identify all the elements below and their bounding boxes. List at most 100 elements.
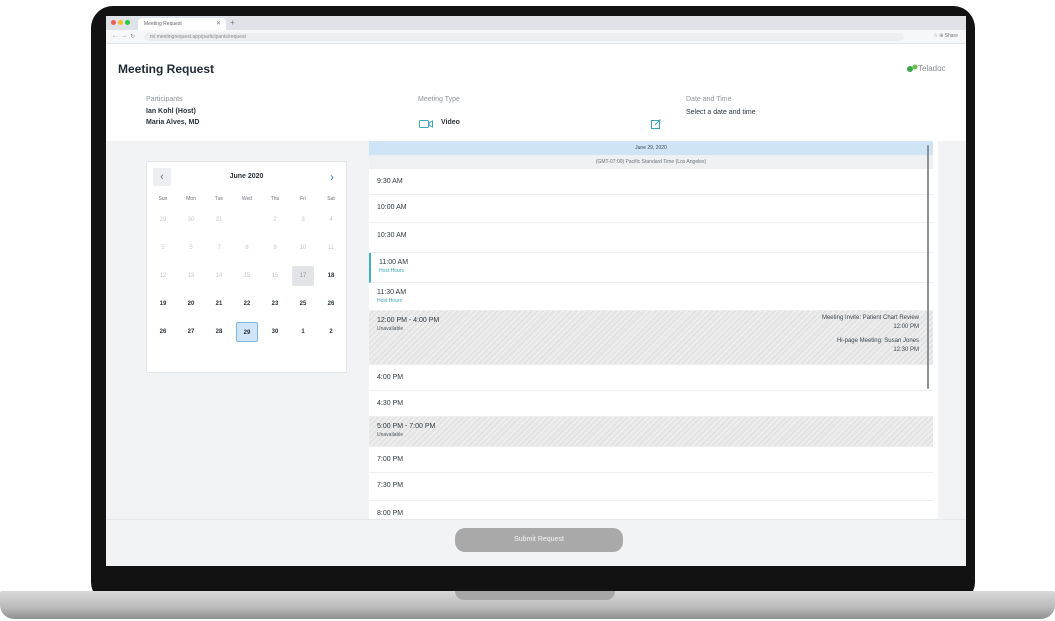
slot-time: 4:00 PM — [377, 374, 404, 381]
participant-other: Maria Alves, MD — [146, 119, 200, 126]
calendar-day: 12 — [159, 273, 167, 279]
date-time-label: Date and Time — [686, 96, 732, 103]
window-maximize-dot[interactable] — [125, 20, 130, 25]
calendar-day: 31 — [215, 217, 223, 223]
calendar-weekday-header: Wed — [241, 196, 253, 202]
schedule-slot[interactable]: 7:00 PM — [369, 447, 933, 473]
calendar-day: 5 — [161, 245, 165, 251]
calendar-day-today[interactable]: 17 — [292, 266, 314, 286]
calendar-weekday-header: Fri — [300, 196, 306, 202]
slot-subtitle: Host Hours — [377, 298, 403, 304]
schedule-panel: June 29, 2020 (GMT-07:00) Pacific Standa… — [369, 141, 933, 519]
page-title: Meeting Request — [118, 62, 215, 76]
slot-time: 7:30 PM — [377, 482, 404, 489]
schedule-slot[interactable]: 11:00 AM Host Hours — [369, 253, 933, 283]
new-tab-icon[interactable]: + — [230, 18, 235, 27]
calendar-weekday-header: Sun — [158, 196, 168, 202]
schedule-slot[interactable]: 4:00 PM — [369, 365, 933, 391]
calendar-day[interactable]: 23 — [264, 294, 286, 314]
slot-time: 4:30 PM — [377, 400, 404, 407]
submit-request-button[interactable]: Submit Request — [455, 528, 623, 552]
calendar-day[interactable]: 26 — [320, 294, 342, 314]
reload-icon[interactable]: ↻ — [130, 33, 135, 40]
calendar-weekday-header: Tue — [214, 196, 224, 202]
calendar-day — [236, 210, 258, 230]
calendar-day[interactable]: 26 — [152, 322, 174, 342]
browser-tab[interactable]: Meeting Request ✕ — [138, 18, 226, 30]
schedule-slot-unavailable: 12:00 PM - 4:00 PM Unavailable Meeting Inv… — [369, 311, 933, 365]
screen: Meeting Request ✕ + ← → ↻ ml.meetingrequ… — [106, 16, 966, 566]
back-icon[interactable]: ← — [112, 33, 118, 39]
date-time-value: Select a date and time — [686, 109, 756, 116]
edit-icon[interactable] — [651, 119, 661, 129]
calendar-day: 29 — [159, 217, 167, 223]
calendar-day[interactable]: 22 — [236, 294, 258, 314]
meeting-type-value[interactable]: Video — [441, 119, 460, 126]
schedule-slot[interactable]: 10:00 AM — [369, 195, 933, 223]
slot-time: 9:30 AM — [377, 178, 403, 185]
right-gutter — [938, 141, 966, 519]
participants-label: Participants — [146, 96, 183, 103]
calendar-day[interactable]: 2 — [320, 322, 342, 342]
calendar-day[interactable]: 19 — [152, 294, 174, 314]
slot-time: 8:00 PM — [377, 510, 404, 517]
schedule-slot[interactable]: 8:00 PM — [369, 501, 933, 519]
logo-text: Teladoc — [918, 64, 946, 73]
calendar-day[interactable]: 1 — [292, 322, 314, 342]
calendar-day: 10 — [299, 245, 307, 251]
calendar-day[interactable]: 18 — [320, 266, 342, 286]
calendar-day: 13 — [187, 273, 195, 279]
tab-close-icon[interactable]: ✕ — [216, 20, 221, 27]
calendar-day: 7 — [217, 245, 221, 251]
schedule-slot[interactable]: 11:30 AM Host Hours — [369, 283, 933, 311]
schedule-slot[interactable]: 4:30 PM — [369, 391, 933, 417]
video-icon — [419, 120, 433, 128]
window-minimize-dot[interactable] — [118, 20, 123, 25]
chevron-right-icon[interactable]: › — [326, 168, 338, 186]
browser-actions[interactable]: ☆ ⊕ Share — [933, 33, 958, 39]
calendar-day: 30 — [187, 217, 195, 223]
event-title[interactable]: Meeting Invite: Patient Chart Review — [822, 315, 919, 321]
browser-tab-title: Meeting Request — [144, 21, 182, 27]
slot-time: 11:30 AM — [377, 289, 407, 296]
calendar-day: 9 — [273, 245, 277, 251]
browser-tabbar: Meeting Request ✕ + — [106, 16, 966, 30]
calendar-day[interactable]: 25 — [292, 294, 314, 314]
calendar-day[interactable]: 20 — [180, 294, 202, 314]
forward-icon[interactable]: → — [121, 33, 127, 39]
calendar-day: 3 — [301, 217, 305, 223]
calendar-day: 5 — [189, 245, 193, 251]
footer-bar: Submit Request — [106, 519, 966, 566]
calendar-day[interactable]: 21 — [208, 294, 230, 314]
calendar-day[interactable]: 30 — [264, 322, 286, 342]
calendar-day[interactable]: 27 — [180, 322, 202, 342]
schedule-slot[interactable]: 9:30 AM — [369, 169, 933, 195]
calendar-weekday-header: Sat — [327, 196, 335, 202]
schedule-slot[interactable]: 10:30 AM — [369, 223, 933, 253]
slot-subtitle: Unavailable — [377, 432, 404, 438]
calendar-day: 15 — [271, 273, 279, 279]
calendar-day[interactable]: 28 — [208, 322, 230, 342]
event-time: 12:30 PM — [893, 347, 919, 353]
slot-subtitle: Host Hours — [379, 268, 405, 274]
slot-subtitle: Unavailable — [377, 326, 404, 332]
calendar-day: 4 — [329, 217, 333, 223]
laptop-notch — [455, 591, 615, 600]
address-bar[interactable]: ml.meetingrequest.app/participants/reque… — [144, 33, 904, 41]
calendar-weekday-header: Mon — [186, 196, 196, 202]
schedule-scrollbar[interactable] — [927, 145, 929, 389]
calendar-day: 11 — [327, 245, 335, 251]
window-close-dot[interactable] — [111, 20, 116, 25]
slot-time: 10:30 AM — [377, 232, 407, 239]
calendar-day: 14 — [215, 273, 223, 279]
schedule-slot[interactable]: 7:30 PM — [369, 473, 933, 501]
schedule-timezone: (GMT-07:00) Pacific Standard Time (Los A… — [369, 155, 933, 169]
slot-time: 5:00 PM - 7:00 PM — [377, 423, 436, 430]
event-title[interactable]: Hi-page Meeting: Susan Jones — [837, 338, 919, 344]
schedule-date-header: June 29, 2020 — [369, 141, 933, 155]
participant-host: Ian Kohl (Host) — [146, 108, 196, 115]
calendar-month: June 2020 — [229, 173, 264, 180]
calendar-day-selected[interactable]: 29 — [236, 322, 258, 342]
calendar-widget: ‹ June 2020 › Sun Mon Tue Wed Thu Fri Sat 29 30 3… — [146, 161, 347, 373]
calendar-day: 15 — [243, 273, 251, 279]
